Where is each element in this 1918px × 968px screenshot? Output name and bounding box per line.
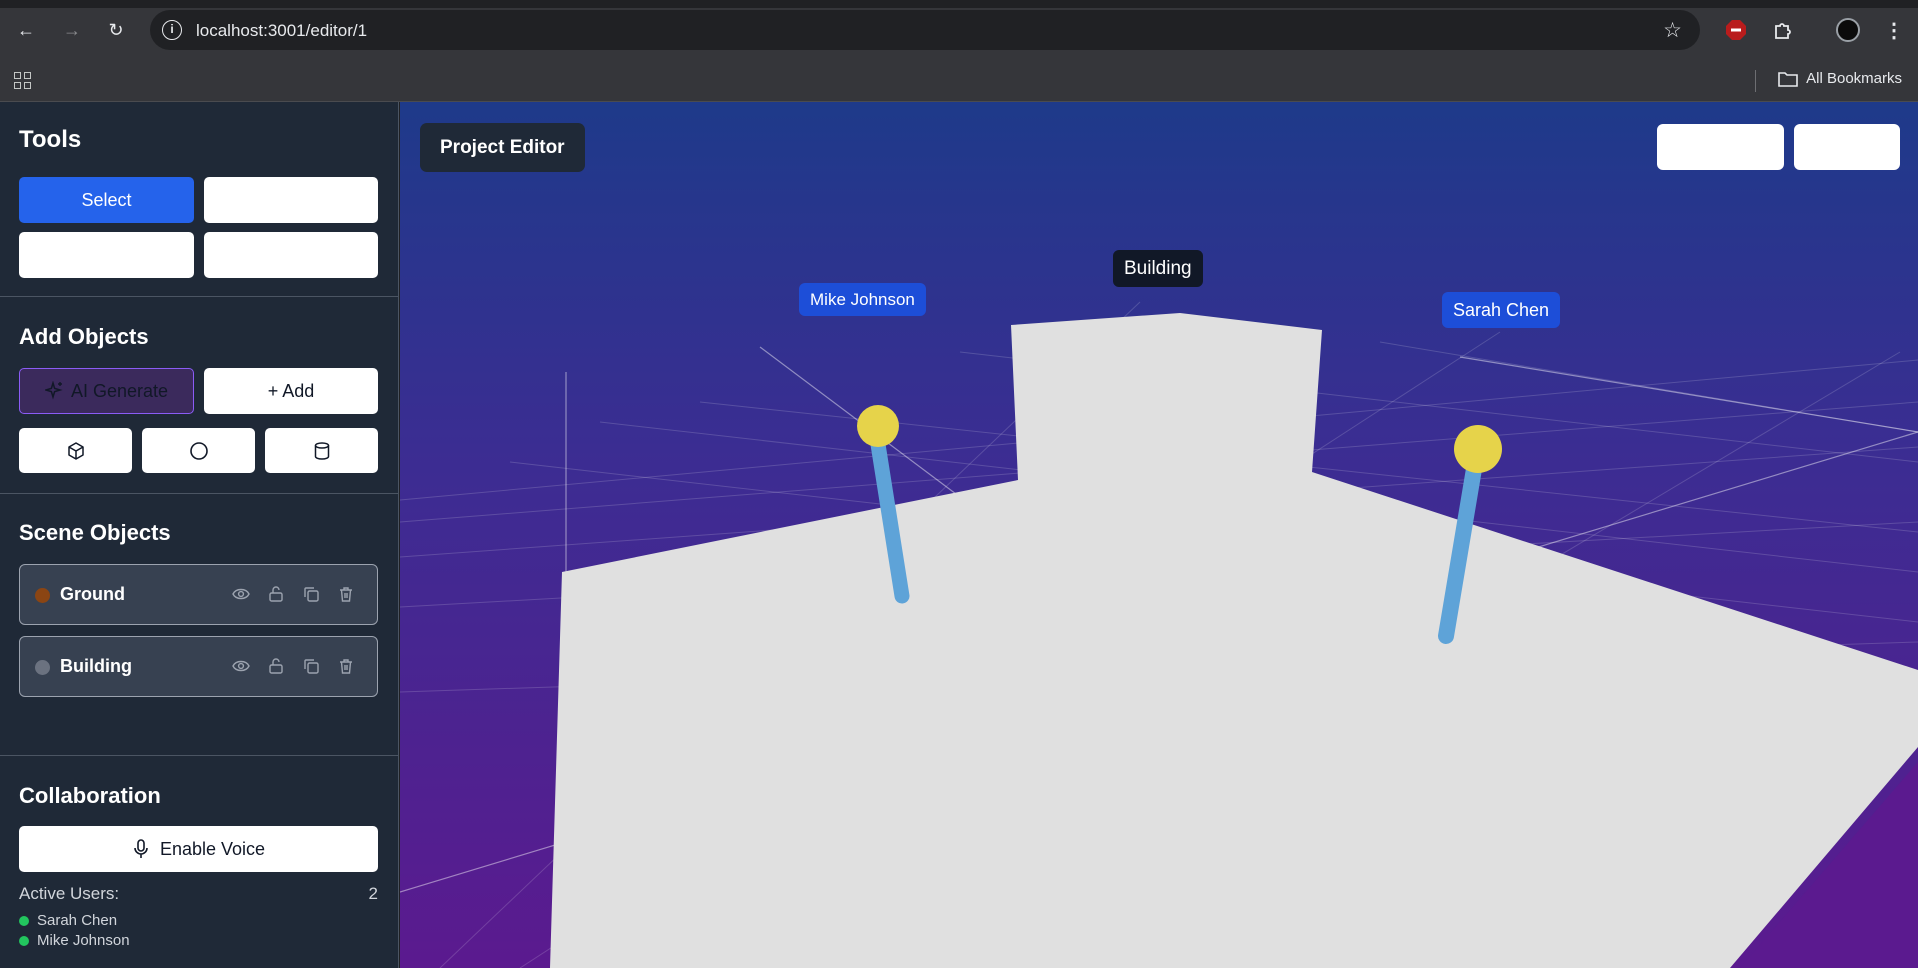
folder-icon	[1778, 71, 1798, 87]
sparkles-icon	[44, 381, 63, 400]
object-color-dot	[35, 588, 50, 603]
online-status-dot	[19, 935, 29, 946]
section-divider	[0, 493, 398, 494]
address-bar[interactable]: i localhost:3001/editor/1 ☆	[150, 10, 1700, 50]
section-divider	[0, 755, 398, 756]
tool-button-3[interactable]	[19, 232, 194, 278]
viewport-action-button-1[interactable]	[1657, 124, 1784, 170]
tools-title: Tools	[19, 126, 82, 153]
duplicate-icon[interactable]	[302, 657, 320, 675]
scene-objects-title: Scene Objects	[19, 520, 171, 545]
unlock-icon[interactable]	[267, 585, 285, 603]
object-name: Ground	[60, 584, 125, 604]
active-user-item: Mike Johnson	[19, 932, 130, 949]
add-cube-button[interactable]	[19, 428, 132, 473]
avatar-head	[1454, 425, 1502, 473]
collaboration-title: Collaboration	[19, 783, 161, 808]
building-label: Building	[1113, 250, 1203, 287]
scene-object-row[interactable]: Building	[19, 636, 378, 697]
back-icon[interactable]: ←	[12, 16, 40, 44]
add-cylinder-button[interactable]	[265, 428, 378, 473]
sphere-icon	[189, 441, 208, 460]
object-color-dot	[35, 660, 50, 675]
all-bookmarks-label[interactable]: All Bookmarks	[1806, 70, 1902, 87]
site-info-icon[interactable]: i	[162, 20, 182, 40]
3d-viewport[interactable]: Project Editor Building Mike Johnson Sar…	[400, 102, 1918, 968]
url-text[interactable]: localhost:3001/editor/1	[196, 21, 367, 41]
tab-strip	[0, 0, 1918, 8]
project-title: Project Editor	[420, 123, 585, 172]
active-user-name: Mike Johnson	[37, 932, 130, 949]
select-tool-button[interactable]: Select	[19, 177, 194, 223]
extensions-icon[interactable]	[1769, 16, 1797, 44]
trash-icon[interactable]	[337, 585, 355, 603]
active-users-count: 2	[368, 884, 378, 903]
menu-kebab-icon[interactable]: ⋮	[1880, 16, 1908, 44]
editor-sidebar: Tools Select Add Objects AI Generate + A…	[0, 102, 399, 968]
reload-icon[interactable]: ↻	[102, 16, 130, 44]
adblock-extension-icon[interactable]	[1722, 16, 1750, 44]
duplicate-icon[interactable]	[302, 585, 320, 603]
avatar-head	[857, 405, 899, 447]
tool-button-2[interactable]	[204, 177, 378, 223]
profile-avatar[interactable]	[1834, 16, 1862, 44]
active-user-name: Sarah Chen	[37, 912, 118, 929]
active-user-item: Sarah Chen	[19, 912, 117, 929]
viewport-action-button-2[interactable]	[1794, 124, 1900, 170]
unlock-icon[interactable]	[267, 657, 285, 675]
trash-icon[interactable]	[337, 657, 355, 675]
cylinder-icon	[314, 441, 329, 460]
forward-icon[interactable]: →	[58, 16, 86, 44]
cube-icon	[67, 441, 84, 460]
bookmark-star-icon[interactable]: ☆	[1663, 18, 1682, 43]
eye-icon[interactable]	[232, 585, 250, 603]
browser-toolbar: ← → ↻ i localhost:3001/editor/1 ☆ ⋮	[0, 0, 1918, 60]
scene-object-row[interactable]: Ground	[19, 564, 378, 625]
ai-generate-label: AI Generate	[70, 380, 169, 401]
object-name: Building	[60, 656, 132, 676]
user-label-mike-johnson: Mike Johnson	[799, 283, 926, 316]
enable-voice-button[interactable]: Enable Voice	[19, 826, 378, 872]
add-objects-title: Add Objects	[19, 324, 149, 349]
section-divider	[0, 296, 398, 297]
bookmarks-bar: All Bookmarks	[0, 60, 1918, 102]
scene-canvas[interactable]	[400, 102, 1918, 968]
user-label-sarah-chen: Sarah Chen	[1442, 292, 1561, 328]
microphone-icon	[134, 839, 148, 858]
active-users-label: Active Users:	[19, 884, 120, 903]
add-object-button[interactable]: + Add	[204, 368, 378, 414]
add-sphere-button[interactable]	[142, 428, 255, 473]
online-status-dot	[19, 915, 29, 926]
all-bookmarks-button[interactable]: All Bookmarks	[1778, 70, 1902, 87]
add-label: + Add	[267, 380, 315, 401]
apps-grid-icon[interactable]	[14, 72, 32, 90]
ground-mesh[interactable]	[550, 313, 1918, 968]
enable-voice-label: Enable Voice	[159, 838, 266, 859]
tool-button-4[interactable]	[204, 232, 378, 278]
eye-icon[interactable]	[232, 657, 250, 675]
ai-generate-button[interactable]: AI Generate	[19, 368, 194, 414]
bookmarks-separator	[1755, 70, 1756, 92]
